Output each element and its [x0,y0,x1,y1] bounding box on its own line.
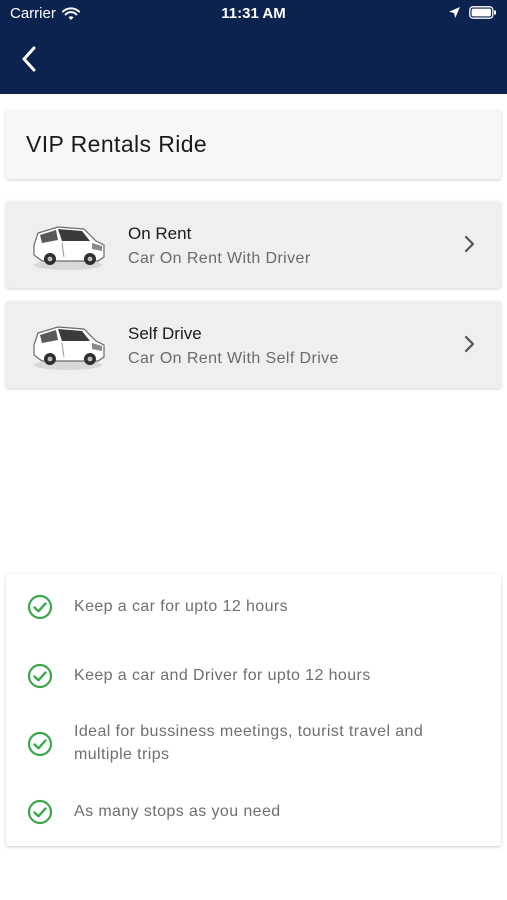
check-circle-icon [27,663,53,689]
feature-text: Ideal for bussiness meetings, tourist tr… [74,723,424,763]
status-time: 11:31 AM [221,5,286,22]
check-circle-icon [27,731,53,757]
battery-icon [469,6,496,19]
option-title: Self Drive [128,324,202,343]
feature-text: As many stops as you need [74,803,281,820]
car-icon [33,226,105,270]
option-self-drive[interactable]: Self Drive Car On Rent With Self Drive [6,301,501,388]
option-on-rent[interactable]: On Rent Car On Rent With Driver [6,201,501,288]
option-subtitle: Car On Rent With Driver [128,250,311,267]
option-title: On Rent [128,224,192,243]
status-right-group [448,6,497,19]
feature-text: Keep a car for upto 12 hours [74,598,288,615]
back-button[interactable] [14,44,44,74]
chevron-left-icon [22,46,36,72]
check-circle-icon [27,594,53,620]
title-card: VIP Rentals Ride [6,110,501,179]
car-icon [33,326,105,370]
chevron-right-icon [464,235,475,253]
feature-text: Keep a car and Driver for upto 12 hours [74,667,371,684]
page-title: VIP Rentals Ride [26,131,208,157]
status-bar: Carrier 11:31 AM [0,0,507,28]
features-card: Keep a car for upto 12 hours Keep a car … [6,574,501,846]
location-arrow-icon [449,7,460,18]
app-header: Carrier 11:31 AM [0,0,507,94]
check-circle-icon [27,799,53,825]
chevron-right-icon [464,335,475,353]
option-subtitle: Car On Rent With Self Drive [128,350,339,367]
